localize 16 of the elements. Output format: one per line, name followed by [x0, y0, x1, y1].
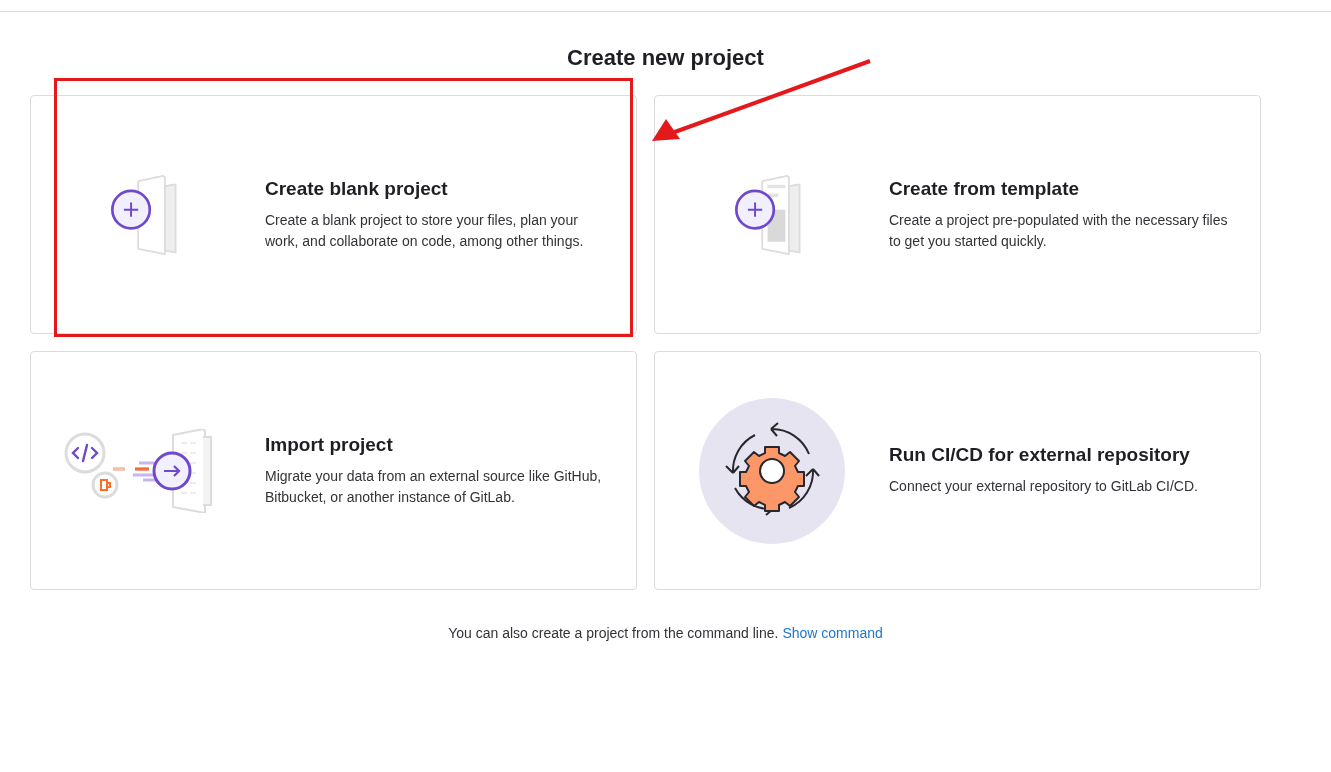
footer-text: You can also create a project from the command line.: [448, 625, 779, 641]
card-title: Create from template: [889, 177, 1081, 200]
project-option-card[interactable]: Create from template Create a project pre-populated with the necessary files to get you started quickly.: [654, 95, 1261, 334]
card-title: Run CI/CD for external repository: [889, 444, 1191, 466]
card-description: Migrate your data from an external source like GitHub, Bitbucket, or another instance of GitLab.: [265, 466, 603, 507]
card-title: Create blank project: [265, 177, 449, 200]
card-description: Connect your external repository to GitLab CI/CD.: [889, 477, 1198, 496]
project-option-card[interactable]: Import project Migrate your data from an external source like GitHub, Bitbucket, or another instance of GitLab.: [30, 351, 637, 590]
gear-cycle-icon: [699, 397, 845, 544]
card-title: Import project: [265, 433, 394, 456]
project-option-card[interactable]: Run CI/CD for external repository Connect your external repository to GitLab CI/CD.: [654, 351, 1261, 590]
card-description: Create a blank project to store your files, plan your work, and collaborate on code, among other things.: [265, 210, 585, 251]
page-title: Create new project: [567, 45, 764, 71]
project-option-card[interactable]: Create blank project Create a blank project to store your files, plan your work, and collaborate on code, among other things.: [30, 95, 637, 334]
show-command-link[interactable]: Show command: [782, 625, 883, 641]
card-description: Create a project pre-populated with the necessary files to get you started quickly.: [889, 210, 1229, 251]
